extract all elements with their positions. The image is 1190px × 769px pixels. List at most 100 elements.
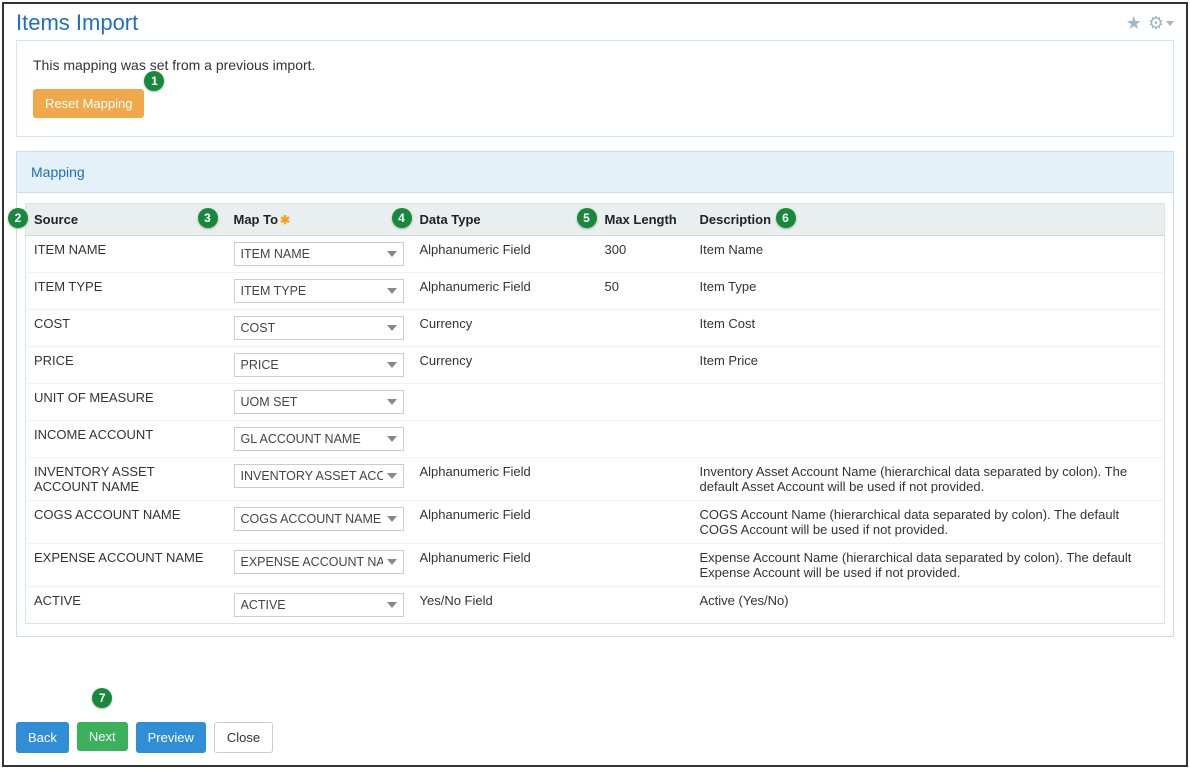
cell-description: Item Type — [692, 273, 1165, 310]
cell-data-type: Alphanumeric Field — [412, 501, 597, 544]
chevron-down-icon — [387, 516, 397, 522]
cell-max-length — [597, 384, 692, 421]
favorite-star-icon[interactable]: ★ — [1126, 13, 1142, 34]
info-message: This mapping was set from a previous imp… — [33, 57, 1157, 73]
back-button[interactable]: Back — [16, 722, 69, 753]
table-row: INVENTORY ASSET ACCOUNT NAMEINVENTORY AS… — [26, 458, 1165, 501]
annotation-badge-6: 6 — [776, 208, 796, 228]
map-to-select[interactable]: COGS ACCOUNT NAME — [234, 507, 404, 531]
cell-source: COGS ACCOUNT NAME — [26, 501, 226, 544]
annotation-badge-1: 1 — [144, 71, 164, 91]
chevron-down-icon — [387, 473, 397, 479]
table-row: UNIT OF MEASURE UOM SET — [26, 384, 1165, 421]
cell-source: ACTIVE — [26, 587, 226, 624]
chevron-down-icon — [387, 436, 397, 442]
th-description: Description — [700, 212, 772, 227]
chevron-down-icon — [387, 325, 397, 331]
cell-data-type: Alphanumeric Field — [412, 458, 597, 501]
cell-data-type: Alphanumeric Field — [412, 544, 597, 587]
th-data-type: Data Type — [420, 212, 481, 227]
cell-max-length — [597, 347, 692, 384]
cell-max-length — [597, 587, 692, 624]
cell-max-length — [597, 501, 692, 544]
cell-data-type: Alphanumeric Field — [412, 236, 597, 273]
map-to-value: INVENTORY ASSET ACCO — [241, 469, 383, 483]
cell-map-to: COST — [226, 310, 412, 347]
cell-source: COST — [26, 310, 226, 347]
cell-max-length — [597, 310, 692, 347]
map-to-select[interactable]: UOM SET — [234, 390, 404, 414]
annotation-badge-3: 3 — [198, 208, 218, 228]
chevron-down-icon — [1166, 21, 1174, 26]
cell-max-length: 50 — [597, 273, 692, 310]
page-title: Items Import — [16, 10, 138, 36]
cell-max-length — [597, 421, 692, 458]
cell-data-type — [412, 421, 597, 458]
cell-source: EXPENSE ACCOUNT NAME — [26, 544, 226, 587]
cell-map-to: COGS ACCOUNT NAME — [226, 501, 412, 544]
cell-source: ITEM NAME — [26, 236, 226, 273]
annotation-badge-2: 2 — [8, 208, 28, 228]
required-star-icon: ✱ — [280, 213, 290, 227]
cell-description: Inventory Asset Account Name (hierarchic… — [692, 458, 1165, 501]
annotation-badge-7: 7 — [92, 688, 112, 708]
cell-description: Item Cost — [692, 310, 1165, 347]
table-row: PRICEPRICECurrencyItem Price — [26, 347, 1165, 384]
map-to-value: ITEM TYPE — [241, 284, 383, 298]
preview-button[interactable]: Preview — [136, 722, 206, 753]
map-to-value: EXPENSE ACCOUNT NAM — [241, 555, 383, 569]
cell-data-type: Currency — [412, 347, 597, 384]
table-row: EXPENSE ACCOUNT NAME EXPENSE ACCOUNT NAM A… — [26, 544, 1165, 587]
settings-gear-icon[interactable]: ⚙ — [1148, 13, 1174, 34]
cell-max-length: 300 — [597, 236, 692, 273]
cell-data-type: Currency — [412, 310, 597, 347]
map-to-select[interactable]: ACTIVE — [234, 593, 404, 617]
chevron-down-icon — [387, 288, 397, 294]
mapping-table: 2 Source 3 Map To✱ 4 Data Type — [25, 203, 1165, 624]
info-panel: This mapping was set from a previous imp… — [16, 40, 1174, 137]
table-row: INCOME ACCOUNT GL ACCOUNT NAME — [26, 421, 1165, 458]
table-row: ACTIVE ACTIVE Yes/No Field Active (Yes/No) — [26, 587, 1165, 624]
map-to-select[interactable]: GL ACCOUNT NAME — [234, 427, 404, 451]
map-to-value: COST — [241, 321, 383, 335]
table-row: COST COST Currency Item Cost — [26, 310, 1165, 347]
mapping-section: Mapping 2 Source 3 Map To✱ — [16, 151, 1174, 637]
map-to-select[interactable]: ITEM TYPE — [234, 279, 404, 303]
cell-data-type: Yes/No Field — [412, 587, 597, 624]
map-to-value: COGS ACCOUNT NAME — [241, 512, 383, 526]
map-to-value: ACTIVE — [241, 598, 383, 612]
cell-description: Expense Account Name (hierarchical data … — [692, 544, 1165, 587]
cell-description — [692, 384, 1165, 421]
cell-description: COGS Account Name (hierarchical data sep… — [692, 501, 1165, 544]
map-to-select[interactable]: COST — [234, 316, 404, 340]
cell-data-type — [412, 384, 597, 421]
map-to-select[interactable]: PRICE — [234, 353, 404, 377]
cell-map-to: ACTIVE — [226, 587, 412, 624]
cell-map-to: PRICE — [226, 347, 412, 384]
map-to-select[interactable]: ITEM NAME — [234, 242, 404, 266]
cell-source: INCOME ACCOUNT — [26, 421, 226, 458]
chevron-down-icon — [387, 362, 397, 368]
table-row: ITEM TYPEITEM TYPEAlphanumeric Field50It… — [26, 273, 1165, 310]
cell-description: Active (Yes/No) — [692, 587, 1165, 624]
cell-map-to: ITEM NAME — [226, 236, 412, 273]
map-to-select[interactable]: INVENTORY ASSET ACCO — [234, 464, 404, 488]
cell-source: PRICE — [26, 347, 226, 384]
cell-description: Item Name — [692, 236, 1165, 273]
cell-data-type: Alphanumeric Field — [412, 273, 597, 310]
cell-description — [692, 421, 1165, 458]
next-button[interactable]: Next — [77, 722, 128, 751]
cell-max-length — [597, 544, 692, 587]
map-to-select[interactable]: EXPENSE ACCOUNT NAM — [234, 550, 404, 574]
reset-mapping-button[interactable]: Reset Mapping — [33, 89, 144, 118]
close-button[interactable]: Close — [214, 722, 273, 753]
annotation-badge-5: 5 — [577, 208, 597, 228]
annotation-badge-4: 4 — [392, 208, 412, 228]
cell-map-to: UOM SET — [226, 384, 412, 421]
cell-map-to: EXPENSE ACCOUNT NAM — [226, 544, 412, 587]
table-row: ITEM NAME ITEM NAME Alphanumeric Field300I… — [26, 236, 1165, 273]
map-to-value: PRICE — [241, 358, 383, 372]
cell-source: UNIT OF MEASURE — [26, 384, 226, 421]
cell-map-to: ITEM TYPE — [226, 273, 412, 310]
chevron-down-icon — [387, 251, 397, 257]
